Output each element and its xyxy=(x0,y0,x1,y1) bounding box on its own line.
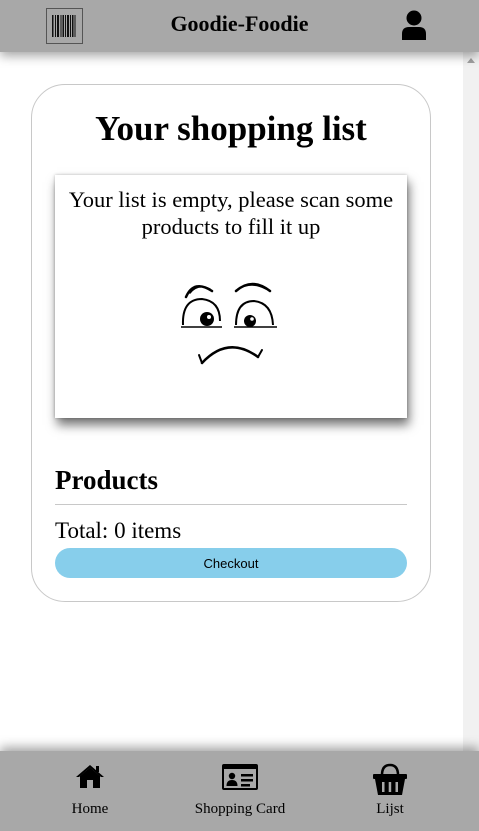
scrollbar[interactable] xyxy=(463,52,479,751)
top-header: Goodie-Foodie xyxy=(0,0,479,52)
sad-face-icon xyxy=(181,282,277,365)
nav-item-home[interactable]: Home xyxy=(50,751,130,831)
basket-icon xyxy=(373,763,407,795)
nav-item-shopping-card[interactable]: Shopping Card xyxy=(180,751,300,831)
empty-list-message: Your list is empty, please scan some pro… xyxy=(68,187,394,239)
nav-label-shopping-card: Shopping Card xyxy=(194,801,286,817)
user-profile-button[interactable] xyxy=(402,10,426,40)
bottom-navigation: Home Shopping Card Lijst xyxy=(0,751,479,831)
empty-list-panel: Your list is empty, please scan some pro… xyxy=(55,175,407,418)
total-items: Total: 0 items xyxy=(55,518,182,543)
shopping-list-card: Your shopping list Your list is empty, p… xyxy=(31,84,431,602)
home-icon xyxy=(76,765,104,788)
products-heading: Products xyxy=(55,465,159,495)
id-card-icon xyxy=(222,764,258,790)
checkout-button[interactable]: Checkout xyxy=(55,548,407,578)
nav-item-lijst[interactable]: Lijst xyxy=(350,751,430,831)
page-title: Your shopping list xyxy=(95,109,367,148)
divider xyxy=(55,504,407,505)
nav-label-lijst: Lijst xyxy=(376,801,404,817)
nav-label-home: Home xyxy=(71,801,109,817)
scroll-up-arrow-icon[interactable] xyxy=(467,58,475,63)
user-icon xyxy=(402,10,426,40)
